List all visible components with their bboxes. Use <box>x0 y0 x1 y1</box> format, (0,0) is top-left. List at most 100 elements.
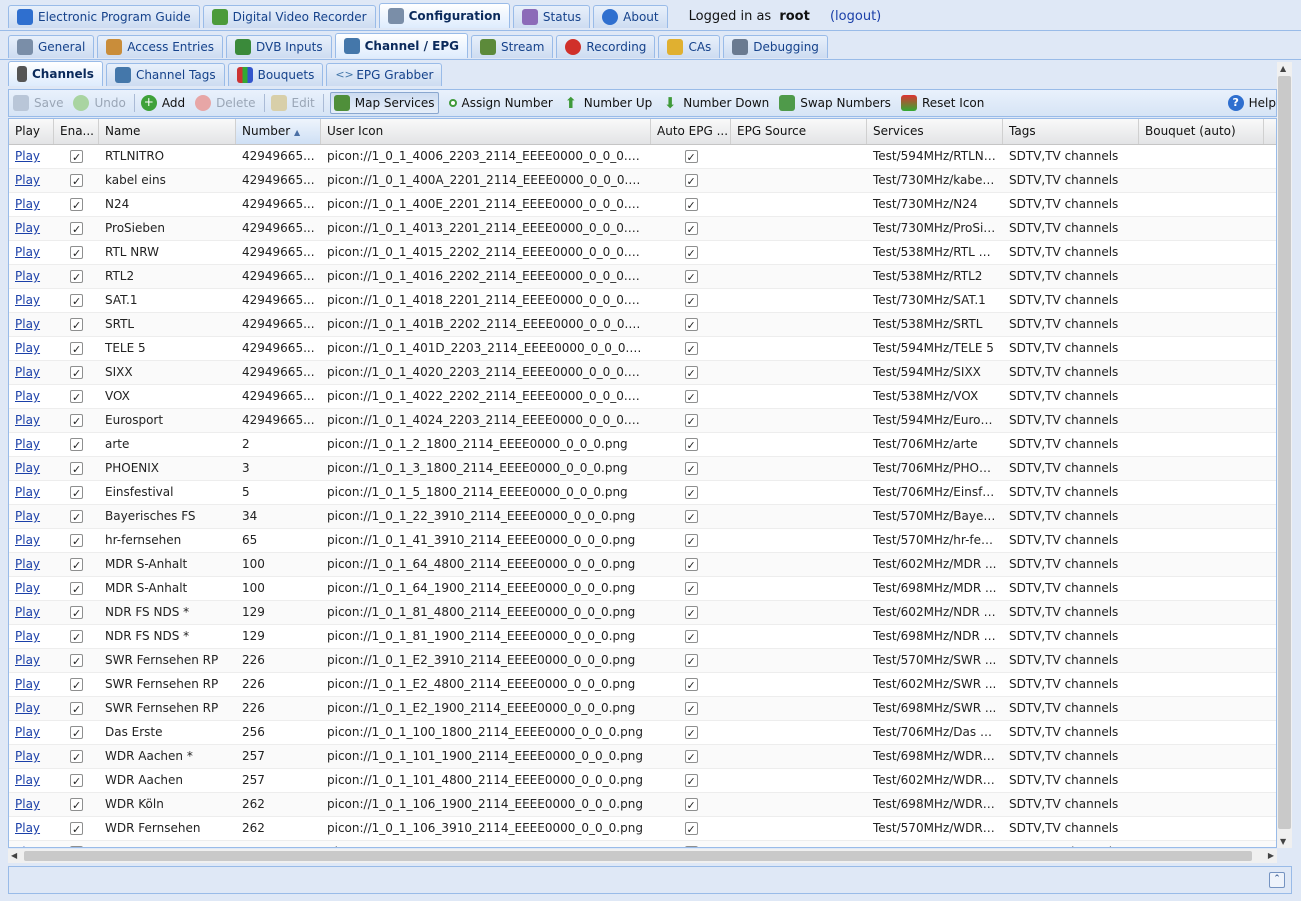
table-row[interactable]: Play SIXX42949665...picon://1_0_1_4020_22… <box>9 361 1276 385</box>
reset-icon-button[interactable]: Reset Icon <box>900 95 984 111</box>
services-cell[interactable]: Test/602MHz/NDR F... <box>867 601 1003 624</box>
epg-source-cell[interactable] <box>731 265 867 288</box>
name-cell[interactable]: WDR Köln <box>99 793 236 816</box>
name-cell[interactable]: WDR Aachen * <box>99 745 236 768</box>
tab-dvr[interactable]: Digital Video Recorder <box>202 5 376 28</box>
delete-button[interactable]: Delete <box>195 95 256 111</box>
table-row[interactable]: Play hr-fernsehen65picon://1_0_1_41_3910_… <box>9 529 1276 553</box>
table-row[interactable]: Play ProSieben42949665...picon://1_0_1_40… <box>9 217 1276 241</box>
play-link[interactable]: Play <box>15 653 40 667</box>
tags-cell[interactable]: SDTV,TV channels <box>1003 505 1139 528</box>
enabled-checkbox[interactable] <box>70 579 83 600</box>
number-cell[interactable]: 5 <box>236 481 321 504</box>
table-row[interactable]: Play WDR Aachen *257picon://1_0_1_101_190… <box>9 745 1276 769</box>
user-icon-cell[interactable]: picon://1_0_1_64_1900_2114_EEEE0000_0_0_… <box>321 577 651 600</box>
number-cell[interactable]: 256 <box>236 721 321 744</box>
user-icon-cell[interactable]: picon://1_0_1_10A_1900_2114_EEEE0000_0_0… <box>321 841 651 847</box>
enabled-checkbox[interactable] <box>70 363 83 384</box>
tags-cell[interactable]: SDTV,TV channels <box>1003 817 1139 840</box>
number-cell[interactable]: 42949665... <box>236 337 321 360</box>
services-cell[interactable]: Test/706MHz/Einsfe... <box>867 481 1003 504</box>
enabled-checkbox[interactable] <box>70 243 83 264</box>
play-link[interactable]: Play <box>15 269 40 283</box>
number-cell[interactable]: 42949665... <box>236 385 321 408</box>
bouquet-cell[interactable] <box>1139 529 1264 552</box>
tags-cell[interactable]: SDTV,TV channels <box>1003 553 1139 576</box>
table-row[interactable]: Play MDR S-Anhalt100picon://1_0_1_64_1900… <box>9 577 1276 601</box>
user-icon-cell[interactable]: picon://1_0_1_4015_2202_2114_EEEE0000_0_… <box>321 241 651 264</box>
enabled-checkbox[interactable] <box>70 195 83 216</box>
user-icon-cell[interactable]: picon://1_0_1_22_3910_2114_EEEE0000_0_0_… <box>321 505 651 528</box>
bouquet-cell[interactable] <box>1139 841 1264 847</box>
bouquet-cell[interactable] <box>1139 673 1264 696</box>
tags-cell[interactable]: SDTV,TV channels <box>1003 481 1139 504</box>
table-row[interactable]: Play WDR Köln262picon://1_0_1_106_1900_21… <box>9 793 1276 817</box>
services-cell[interactable]: Test/730MHz/SAT.1 <box>867 289 1003 312</box>
name-cell[interactable]: ProSieben <box>99 217 236 240</box>
bouquet-cell[interactable] <box>1139 745 1264 768</box>
table-row[interactable]: Play Das Erste256picon://1_0_1_100_1800_2… <box>9 721 1276 745</box>
number-cell[interactable]: 226 <box>236 697 321 720</box>
services-cell[interactable]: Test/602MHz/MDR ... <box>867 553 1003 576</box>
scroll-down-icon[interactable]: ▼ <box>1280 837 1286 846</box>
play-link[interactable]: Play <box>15 149 40 163</box>
horizontal-scrollbar[interactable]: ◀ ▶ <box>8 849 1277 863</box>
play-link[interactable]: Play <box>15 605 40 619</box>
user-icon-cell[interactable]: picon://1_0_1_5_1800_2114_EEEE0000_0_0_0… <box>321 481 651 504</box>
tags-cell[interactable]: SDTV,TV channels <box>1003 841 1139 847</box>
name-cell[interactable]: RTL2 <box>99 265 236 288</box>
auto-epg-checkbox[interactable] <box>684 843 698 847</box>
number-cell[interactable]: 257 <box>236 745 321 768</box>
column-header[interactable]: Bouquet (auto) <box>1139 119 1264 144</box>
services-cell[interactable]: Test/698MHz/WDR ... <box>867 745 1003 768</box>
number-cell[interactable]: 100 <box>236 553 321 576</box>
auto-epg-checkbox[interactable] <box>684 699 698 720</box>
play-link[interactable]: Play <box>15 389 40 403</box>
enabled-checkbox[interactable] <box>70 171 83 192</box>
services-cell[interactable]: Test/570MHz/Bayeri... <box>867 505 1003 528</box>
tags-cell[interactable]: SDTV,TV channels <box>1003 529 1139 552</box>
name-cell[interactable]: Das Erste <box>99 721 236 744</box>
tab-general[interactable]: General <box>8 35 95 58</box>
play-link[interactable]: Play <box>15 413 40 427</box>
name-cell[interactable]: NDR FS NDS * <box>99 601 236 624</box>
bouquet-cell[interactable] <box>1139 625 1264 648</box>
name-cell[interactable]: SWR Fernsehen RP <box>99 673 236 696</box>
add-button[interactable]: + Add <box>140 95 185 111</box>
epg-source-cell[interactable] <box>731 793 867 816</box>
play-link[interactable]: Play <box>15 341 40 355</box>
play-link[interactable]: Play <box>15 509 40 523</box>
epg-source-cell[interactable] <box>731 169 867 192</box>
map-services-button[interactable]: Map Services <box>329 92 439 114</box>
user-icon-cell[interactable]: picon://1_0_1_4013_2201_2114_EEEE0000_0_… <box>321 217 651 240</box>
name-cell[interactable]: SWR Fernsehen RP <box>99 697 236 720</box>
user-icon-cell[interactable]: picon://1_0_1_4016_2202_2114_EEEE0000_0_… <box>321 265 651 288</box>
tab-access-entries[interactable]: Access Entries <box>97 35 223 58</box>
epg-source-cell[interactable] <box>731 361 867 384</box>
services-cell[interactable]: Test/602MHz/WDR ... <box>867 769 1003 792</box>
enabled-checkbox[interactable] <box>70 627 83 648</box>
tags-cell[interactable]: SDTV,TV channels <box>1003 649 1139 672</box>
enabled-checkbox[interactable] <box>70 603 83 624</box>
tags-cell[interactable]: SDTV,TV channels <box>1003 241 1139 264</box>
number-cell[interactable]: 42949665... <box>236 241 321 264</box>
tags-cell[interactable]: SDTV,TV channels <box>1003 337 1139 360</box>
enabled-checkbox[interactable] <box>70 291 83 312</box>
column-header[interactable]: Services <box>867 119 1003 144</box>
epg-source-cell[interactable] <box>731 241 867 264</box>
name-cell[interactable]: PHOENIX <box>99 457 236 480</box>
name-cell[interactable]: WDR Aachen <box>99 769 236 792</box>
tags-cell[interactable]: SDTV,TV channels <box>1003 601 1139 624</box>
user-icon-cell[interactable]: picon://1_0_1_106_3910_2114_EEEE0000_0_0… <box>321 817 651 840</box>
auto-epg-checkbox[interactable] <box>684 675 698 696</box>
table-row[interactable]: Play arte2picon://1_0_1_2_1800_2114_EEEE0… <box>9 433 1276 457</box>
number-cell[interactable]: 129 <box>236 601 321 624</box>
bouquet-cell[interactable] <box>1139 577 1264 600</box>
play-link[interactable]: Play <box>15 797 40 811</box>
bouquet-cell[interactable] <box>1139 601 1264 624</box>
bouquet-cell[interactable] <box>1139 817 1264 840</box>
epg-source-cell[interactable] <box>731 553 867 576</box>
play-link[interactable]: Play <box>15 581 40 595</box>
auto-epg-checkbox[interactable] <box>684 723 698 744</box>
auto-epg-checkbox[interactable] <box>684 627 698 648</box>
